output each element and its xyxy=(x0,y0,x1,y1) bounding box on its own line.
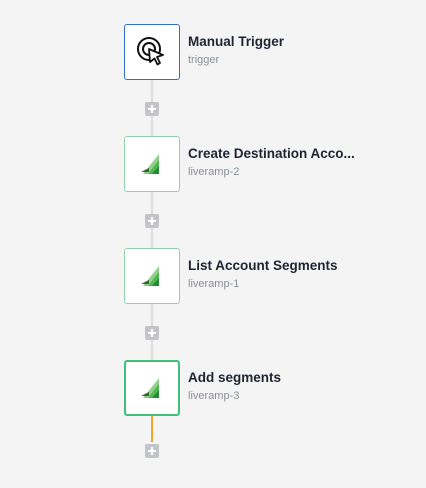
add-step-button[interactable] xyxy=(145,214,159,228)
liveramp-icon xyxy=(141,266,159,286)
step-title: Create Destination Acco... xyxy=(188,146,355,161)
liveramp-icon xyxy=(141,154,159,174)
step-title: List Account Segments xyxy=(188,258,338,273)
add-step-button[interactable] xyxy=(145,102,159,116)
workflow-canvas: Manual Trigger trigger Create Destinatio… xyxy=(0,0,426,488)
step-icon-box[interactable] xyxy=(124,24,180,80)
step-title: Add segments xyxy=(188,370,282,385)
step-subtitle: liveramp-1 xyxy=(188,278,240,290)
step-subtitle: trigger xyxy=(188,54,220,66)
workflow-step-list-account-segments: List Account Segments liveramp-1 xyxy=(124,248,424,304)
step-subtitle: liveramp-3 xyxy=(188,390,240,402)
active-connector-line xyxy=(151,416,153,442)
cursor-click-icon xyxy=(137,37,164,66)
liveramp-icon xyxy=(141,378,159,398)
step-icon-box[interactable] xyxy=(124,360,180,416)
step-title: Manual Trigger xyxy=(188,34,285,49)
add-step-button[interactable] xyxy=(145,326,159,340)
workflow-step-manual-trigger: Manual Trigger trigger xyxy=(124,24,424,80)
step-icon-box[interactable] xyxy=(124,136,180,192)
workflow-step-create-destination-account: Create Destination Acco... liveramp-2 xyxy=(124,136,424,192)
step-icon-box[interactable] xyxy=(124,248,180,304)
step-subtitle: liveramp-2 xyxy=(188,166,240,178)
add-step-button[interactable] xyxy=(145,444,159,458)
workflow-step-add-segments: Add segments liveramp-3 xyxy=(124,360,424,416)
